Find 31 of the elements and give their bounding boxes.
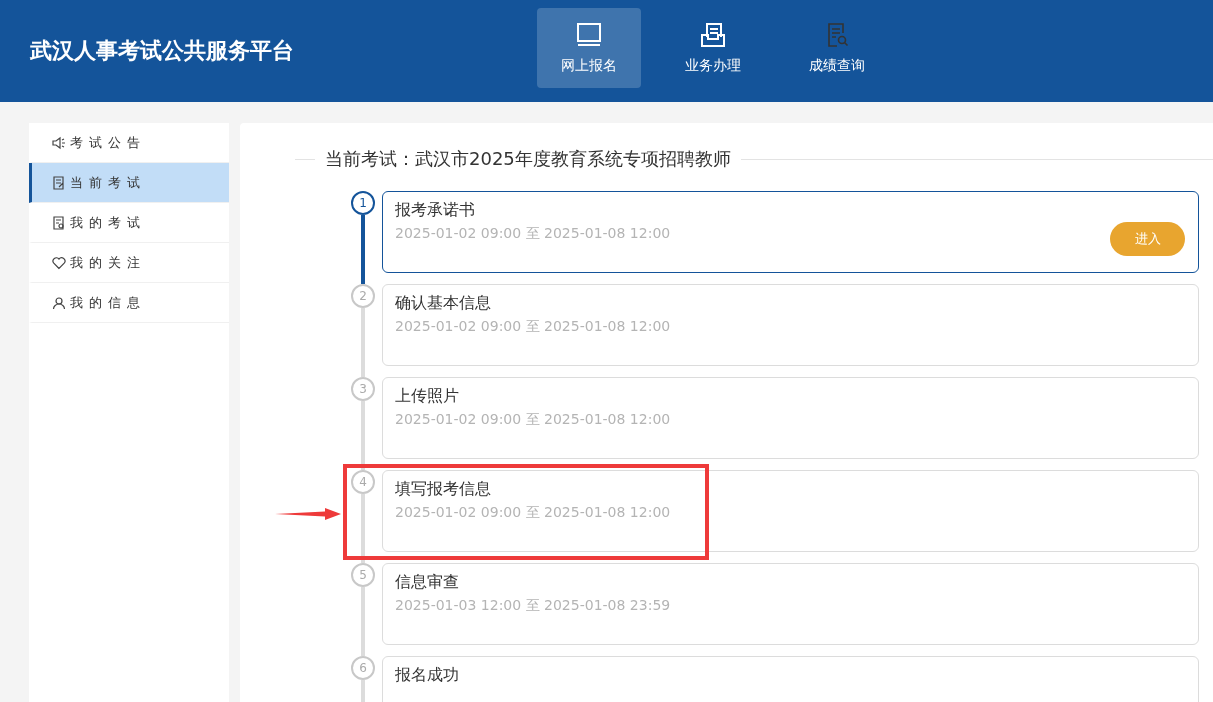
step-time: 2025-01-02 09:00 至 2025-01-08 12:00 bbox=[395, 504, 671, 522]
exam-heading: 当前考试：武汉市2025年度教育系统专项招聘教师 bbox=[325, 147, 731, 171]
step-number: 2 bbox=[351, 284, 375, 308]
step-number: 3 bbox=[351, 377, 375, 401]
monitor-icon bbox=[575, 21, 603, 49]
step-title: 填写报考信息 bbox=[395, 479, 492, 500]
step-time: 2025-01-02 09:00 至 2025-01-08 12:00 bbox=[395, 411, 671, 429]
site-title: 武汉人事考试公共服务平台 bbox=[30, 37, 295, 65]
step-title: 报名成功 bbox=[395, 665, 460, 686]
person-icon bbox=[52, 295, 66, 310]
nav-tab[interactable]: 业务办理 bbox=[661, 8, 765, 88]
heart-icon bbox=[52, 255, 66, 270]
step-number: 1 bbox=[351, 191, 375, 215]
step-time: 2025-01-02 09:00 至 2025-01-08 12:00 bbox=[395, 318, 671, 336]
nav-tab[interactable]: 成绩查询 bbox=[785, 8, 889, 88]
document-tray-icon bbox=[699, 21, 727, 49]
document-icon bbox=[52, 215, 66, 230]
sidebar-item[interactable]: 考试公告 bbox=[29, 123, 229, 163]
step-title: 确认基本信息 bbox=[395, 293, 492, 314]
document-icon bbox=[52, 175, 66, 190]
step-time: 2025-01-02 09:00 至 2025-01-08 12:00 bbox=[395, 225, 671, 243]
speaker-icon bbox=[52, 135, 66, 150]
step-time: 2025-01-03 12:00 至 2025-01-08 23:59 bbox=[395, 597, 671, 615]
step-title: 上传照片 bbox=[395, 386, 460, 407]
step-title: 报考承诺书 bbox=[395, 200, 476, 221]
step-number: 6 bbox=[351, 656, 375, 680]
step-number: 5 bbox=[351, 563, 375, 587]
step-number: 4 bbox=[351, 470, 375, 494]
nav-tab[interactable]: 网上报名 bbox=[537, 8, 641, 88]
sidebar-item[interactable]: 当前考试 bbox=[29, 163, 229, 203]
step-title: 信息审查 bbox=[395, 572, 460, 593]
